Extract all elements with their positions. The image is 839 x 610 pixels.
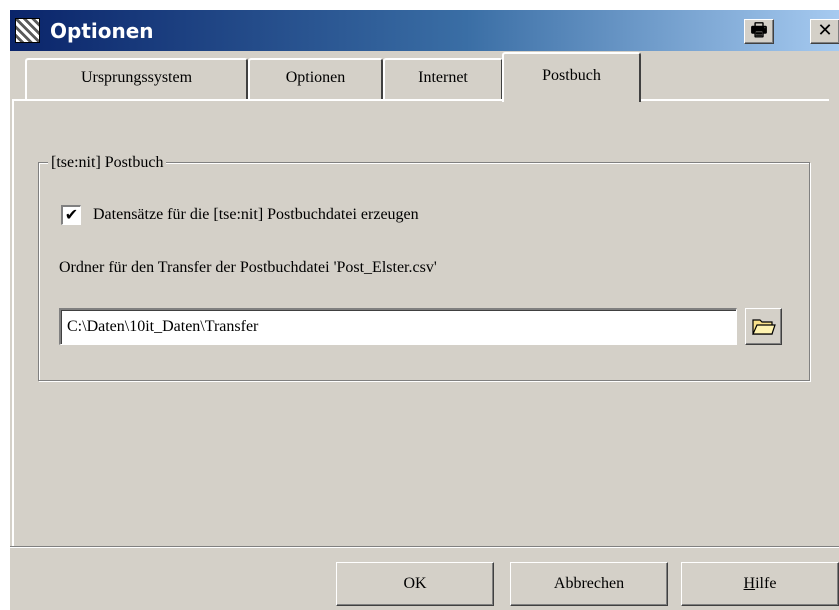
transfer-folder-input[interactable]: C:\Daten\10it_Daten\Transfer — [59, 308, 737, 345]
cancel-button[interactable]: Abbrechen — [510, 562, 668, 606]
app-icon — [15, 18, 40, 43]
tab-optionen[interactable]: Optionen — [248, 58, 383, 99]
create-records-checkbox[interactable]: ✔ — [61, 205, 81, 225]
browse-folder-button[interactable] — [745, 308, 782, 345]
close-icon: ✕ — [817, 20, 833, 41]
groupbox-label: [tse:nit] Postbuch — [48, 152, 167, 174]
tab-strip: Ursprungssystem Optionen Internet Postbu… — [10, 41, 839, 102]
tab-internet[interactable]: Internet — [383, 58, 503, 99]
folder-icon — [752, 319, 776, 335]
help-accelerator: H — [743, 575, 756, 592]
ok-button[interactable]: OK — [336, 562, 494, 606]
button-separator — [10, 546, 839, 548]
checkmark-icon: ✔ — [64, 205, 79, 224]
transfer-folder-label: Ordner für den Transfer der Postbuchdate… — [59, 259, 437, 276]
tab-postbuch[interactable]: Postbuch — [502, 52, 641, 102]
create-records-label[interactable]: Datensätze für die [tse:nit] Postbuchdat… — [93, 203, 419, 227]
help-label-rest: ilfe — [755, 575, 777, 592]
window-title: Optionen — [50, 19, 154, 43]
help-button[interactable]: Hilfe — [681, 562, 839, 606]
tab-ursprungssystem[interactable]: Ursprungssystem — [25, 58, 248, 99]
printer-icon: 🖶 — [750, 20, 768, 41]
